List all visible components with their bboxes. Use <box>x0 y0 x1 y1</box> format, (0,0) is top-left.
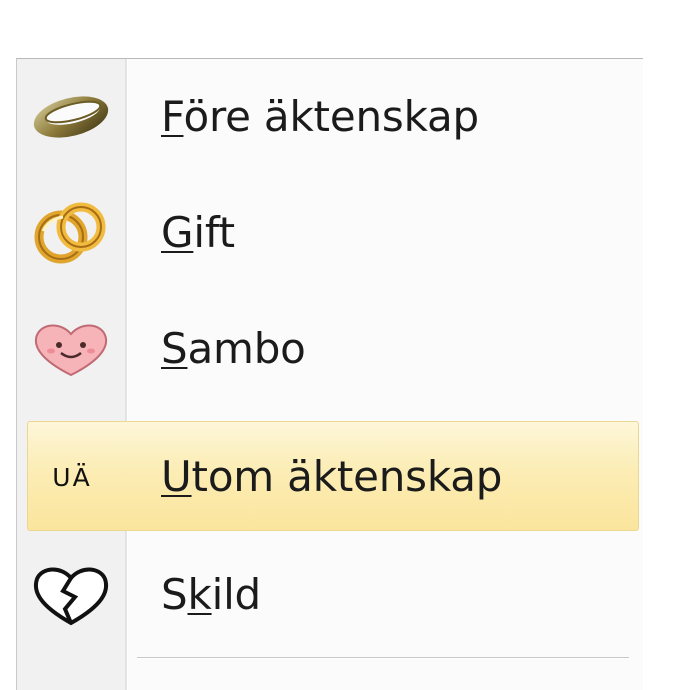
menu-item-label: Sambo <box>161 324 306 373</box>
menu-item-label: Skild <box>161 570 261 619</box>
menu-item-sambo[interactable]: Sambo <box>17 291 643 407</box>
menu-item-label: Före äktenskap <box>161 92 479 141</box>
ring-icon <box>29 87 113 147</box>
menu-item-utom-aktenskap[interactable]: UÄ Utom äktenskap <box>27 421 639 531</box>
ua-text-icon: UÄ <box>52 462 92 492</box>
menu-item-gift[interactable]: Gift <box>17 175 643 291</box>
menu-item-skild[interactable]: Skild <box>17 537 643 653</box>
menu-item-fore-aktenskap[interactable]: Före äktenskap <box>17 59 643 175</box>
broken-heart-icon <box>29 565 113 626</box>
smiling-heart-icon <box>29 319 113 379</box>
menu-item-label: Gift <box>161 208 235 257</box>
menu-separator <box>137 657 629 659</box>
wedding-rings-icon <box>29 202 113 264</box>
relationship-context-menu: Före äktenskap Gift Sambo UÄ Utom äktens… <box>16 58 643 690</box>
menu-item-label: Utom äktenskap <box>161 452 503 501</box>
